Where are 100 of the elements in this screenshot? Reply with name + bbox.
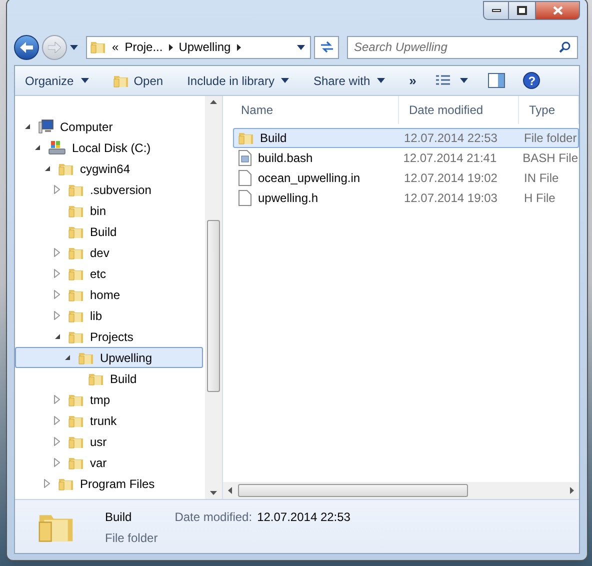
close-icon <box>552 6 562 15</box>
search-field[interactable]: Search Upwelling <box>347 36 578 58</box>
expanded-arrow-icon[interactable] <box>54 333 60 340</box>
left-arrow-icon <box>20 42 33 52</box>
vertical-scrollbar[interactable] <box>205 96 222 499</box>
breadcrumb-arrow-icon[interactable] <box>236 44 241 50</box>
collapsed-arrow-icon[interactable] <box>54 395 60 404</box>
tree-item-label: Computer <box>60 118 113 136</box>
toolbar-menu-button[interactable]: Share with <box>313 72 386 90</box>
tree-item-label: lib <box>90 308 102 324</box>
expanded-arrow-icon[interactable] <box>64 354 70 361</box>
file-icon <box>238 190 252 206</box>
caret-icon <box>281 78 290 83</box>
collapsed-arrow-icon[interactable] <box>44 479 50 488</box>
tree-item[interactable]: dev <box>15 242 203 263</box>
refresh-icon <box>320 41 334 53</box>
toolbar-menu-button[interactable]: Organize <box>25 72 89 90</box>
more-button[interactable]: » <box>409 70 416 90</box>
address-bar[interactable]: « Proje... Upwelling <box>86 36 311 58</box>
file-row[interactable]: upwelling.h 12.07.2014 19:03 H File <box>233 188 579 208</box>
details-date-value: 12.07.2014 22:53 <box>257 509 350 526</box>
file-name: ocean_upwelling.in <box>258 170 360 187</box>
breadcrumb-item[interactable]: Proje... <box>124 38 163 56</box>
file-row[interactable]: ocean_upwelling.in 12.07.2014 19:02 IN File <box>233 168 579 188</box>
type-cell-text: File folder <box>523 130 577 147</box>
tree-item[interactable]: Computer <box>15 116 203 137</box>
tree-item-label: tmp <box>90 392 110 408</box>
scrollbar-thumb[interactable] <box>238 484 468 497</box>
caret-icon <box>80 78 89 83</box>
script-file-icon <box>238 150 252 166</box>
preview-pane-icon <box>488 73 506 88</box>
collapsed-arrow-icon[interactable] <box>54 437 60 446</box>
collapsed-arrow-icon[interactable] <box>54 269 60 278</box>
search-icon <box>559 40 571 52</box>
refresh-button[interactable] <box>314 36 339 58</box>
open-button[interactable]: Open <box>112 72 164 90</box>
tree-item-label: dev <box>90 244 110 262</box>
close-button[interactable] <box>535 1 580 20</box>
tree-item[interactable]: .subversion <box>15 179 203 200</box>
tree-item[interactable]: tmp <box>15 389 203 410</box>
details-view-icon <box>436 75 450 86</box>
date-modified-cell-text: 12.07.2014 22:53 <box>403 130 498 147</box>
caret-icon <box>460 78 468 83</box>
collapsed-arrow-icon[interactable] <box>54 311 60 320</box>
tree-item[interactable]: Program Files <box>15 473 203 494</box>
expanded-arrow-icon[interactable] <box>44 165 50 172</box>
expanded-arrow-icon[interactable] <box>24 123 30 130</box>
tree-item[interactable]: lib <box>15 305 203 326</box>
tree-item[interactable]: Projects <box>15 326 203 347</box>
tree-item[interactable]: cygwin64 <box>15 158 203 179</box>
scroll-down-icon[interactable] <box>210 491 217 495</box>
tree-item[interactable]: Build <box>15 368 203 389</box>
tree-item[interactable]: etc <box>15 263 203 284</box>
collapsed-arrow-icon[interactable] <box>54 185 60 194</box>
folder-icon <box>238 130 254 146</box>
breadcrumb-item[interactable]: Upwelling <box>178 38 231 56</box>
horizontal-scrollbar[interactable] <box>223 482 579 499</box>
tree-item[interactable]: Local Disk (C:) <box>15 137 203 158</box>
tree-item-label: Build <box>110 370 137 388</box>
collapsed-arrow-icon[interactable] <box>54 416 60 425</box>
tree-item[interactable]: bin <box>15 200 203 221</box>
column-header[interactable]: Date modified <box>399 96 519 124</box>
breadcrumb-arrow-icon[interactable] <box>168 44 173 50</box>
tree-item[interactable]: trunk <box>15 410 203 431</box>
minimize-button[interactable] <box>483 1 509 20</box>
tree-item[interactable]: Build <box>15 221 203 242</box>
column-header[interactable]: Name <box>223 96 399 124</box>
file-icon <box>238 170 252 186</box>
date-modified-cell-text: 12.07.2014 21:41 <box>402 150 498 167</box>
caret-icon <box>297 44 305 50</box>
details-name: Build <box>105 509 133 526</box>
tree-item[interactable]: Upwelling <box>15 347 203 368</box>
caret-icon <box>70 44 78 50</box>
address-overflow-label: « <box>112 39 119 56</box>
scroll-right-icon[interactable] <box>570 487 574 494</box>
view-options-button[interactable] <box>436 75 468 86</box>
expanded-arrow-icon[interactable] <box>34 144 40 151</box>
back-button[interactable] <box>14 34 39 60</box>
tree-item[interactable]: usr <box>15 431 203 452</box>
tree-item[interactable]: home <box>15 284 203 305</box>
scrollbar-thumb[interactable] <box>207 220 220 392</box>
file-row[interactable]: Build 12.07.2014 22:53 File folder <box>233 128 579 148</box>
scroll-up-icon[interactable] <box>210 100 217 104</box>
toolbar-menu-button[interactable]: Include in library <box>187 72 290 90</box>
tree-item-label: trunk <box>90 412 117 430</box>
column-header[interactable]: Type <box>519 96 579 124</box>
preview-pane-button[interactable] <box>488 73 506 88</box>
tree-item-label: cygwin64 <box>80 160 130 178</box>
collapsed-arrow-icon[interactable] <box>54 458 60 467</box>
scroll-left-icon[interactable] <box>228 487 232 494</box>
maximize-button[interactable] <box>509 1 535 20</box>
file-row[interactable]: build.bash 12.07.2014 21:41 BASH File <box>233 148 579 168</box>
collapsed-arrow-icon[interactable] <box>54 290 60 299</box>
tree-item[interactable]: var <box>15 452 203 473</box>
help-button[interactable]: ? <box>523 72 540 89</box>
collapsed-arrow-icon[interactable] <box>54 248 60 257</box>
tree-item-label: etc <box>90 266 106 282</box>
tree-item-label: .subversion <box>90 182 152 198</box>
file-name: build.bash <box>258 150 313 167</box>
tree-item-label: Projects <box>90 328 134 346</box>
